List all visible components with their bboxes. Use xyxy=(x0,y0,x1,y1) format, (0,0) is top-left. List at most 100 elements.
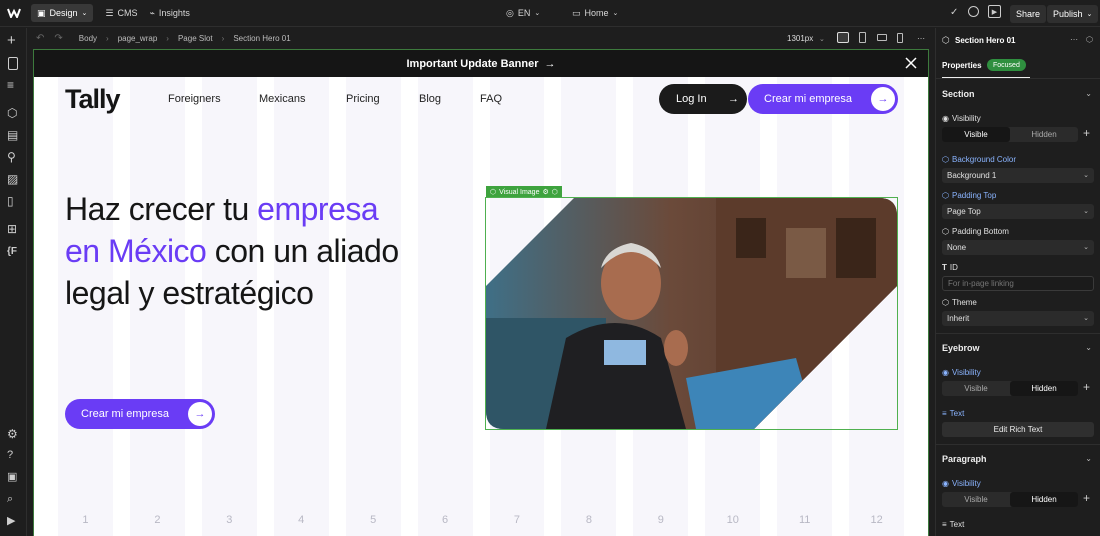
more-options-icon[interactable]: ⋯ xyxy=(917,34,925,43)
visual-image-selection-tag[interactable]: ⬡ Visual Image ⚙ ⬡ xyxy=(486,186,562,198)
more-options-icon[interactable]: ⋯ xyxy=(1070,35,1078,44)
add-icon[interactable]: + xyxy=(1083,380,1090,394)
add-icon[interactable]: + xyxy=(1083,491,1090,505)
breadcrumb-item-body[interactable]: Body xyxy=(79,34,97,43)
page-selector[interactable]: ▭ Home ⌄ xyxy=(566,4,624,22)
hidden-option[interactable]: Hidden xyxy=(1010,127,1078,142)
nav-link-mexicans[interactable]: Mexicans xyxy=(259,93,305,105)
eyebrow-group-title[interactable]: Eyebrow xyxy=(942,343,980,353)
crear-empresa-hero-button[interactable]: Crear mi empresa → xyxy=(65,399,215,429)
finsweet-icon[interactable]: {F xyxy=(7,245,20,258)
hidden-option[interactable]: Hidden xyxy=(1010,492,1078,507)
section-group-title[interactable]: Section xyxy=(942,89,975,99)
visible-option[interactable]: Visible xyxy=(942,381,1010,396)
globe-icon: ◎ xyxy=(506,7,514,18)
nav-link-foreigners[interactable]: Foreigners xyxy=(168,93,221,105)
divider xyxy=(936,444,1100,445)
undo-icon[interactable]: ↶ xyxy=(36,33,44,44)
design-canvas[interactable]: Important Update Banner → 1 2 3 4 5 6 7 … xyxy=(33,49,929,536)
nav-link-faq[interactable]: FAQ xyxy=(480,93,502,105)
design-mode-button[interactable]: ▣ Design ⌄ xyxy=(31,4,94,22)
theme-label: ⬡ Theme xyxy=(942,298,977,307)
chevron-down-icon[interactable]: ⌄ xyxy=(1085,454,1092,463)
section-visibility-toggle[interactable]: Visible Hidden xyxy=(942,127,1078,142)
nav-link-pricing[interactable]: Pricing xyxy=(346,93,380,105)
apps-icon[interactable]: ⊞ xyxy=(7,223,20,236)
id-input[interactable] xyxy=(942,276,1094,291)
visible-option[interactable]: Visible xyxy=(942,127,1010,142)
theme-select[interactable]: Inherit ⌄ xyxy=(942,311,1094,326)
edit-rich-text-button[interactable]: Edit Rich Text xyxy=(942,422,1094,437)
cms-button[interactable]: ☰ CMS xyxy=(99,4,143,22)
landscape-breakpoint-icon[interactable] xyxy=(877,34,887,41)
left-toolbar: + ≡ ⬡ ▤ ⚲ ▨ ▯ ⊞ {F ⚙ ? ▣ ⌕ ▶ xyxy=(0,28,27,536)
add-icon[interactable]: + xyxy=(1083,126,1090,140)
login-button[interactable]: Log In → xyxy=(659,84,747,114)
video-icon[interactable]: ▶ xyxy=(7,515,20,528)
navigator-icon[interactable]: ≡ xyxy=(7,79,20,92)
hidden-option[interactable]: Hidden xyxy=(1010,381,1078,396)
chart-icon: ⌁ xyxy=(149,7,155,18)
tab-properties[interactable]: Properties xyxy=(942,61,982,70)
breadcrumb: ↶ ↷ Body › page_wrap › Page Slot › Secti… xyxy=(27,28,935,49)
nav-link-blog[interactable]: Blog xyxy=(419,93,441,105)
hero-headline[interactable]: Haz crecer tu empresa en México con un a… xyxy=(65,188,485,314)
eye-icon: ◉ xyxy=(942,368,949,377)
chevron-down-icon: ⌄ xyxy=(1086,11,1093,18)
visible-option[interactable]: Visible xyxy=(942,492,1010,507)
pages-icon[interactable] xyxy=(8,57,18,70)
bg-color-select[interactable]: Background 1 ⌄ xyxy=(942,168,1094,183)
breadcrumb-item-section-hero[interactable]: Section Hero 01 xyxy=(233,34,290,43)
help-icon[interactable]: ? xyxy=(7,449,20,462)
paragraph-group-title[interactable]: Paragraph xyxy=(942,454,987,464)
styles-icon[interactable]: ⚲ xyxy=(7,151,20,164)
close-icon[interactable] xyxy=(904,56,918,70)
cms-collections-icon[interactable]: ▯ xyxy=(7,195,20,208)
padding-top-select[interactable]: Page Top ⌄ xyxy=(942,204,1094,219)
assets-icon[interactable]: ▨ xyxy=(7,173,20,186)
canvas-width-label[interactable]: 1301px xyxy=(787,34,813,43)
variables-icon[interactable]: ▤ xyxy=(7,129,20,142)
settings-icon[interactable]: ⚙ xyxy=(542,188,548,196)
chevron-right-icon: › xyxy=(221,34,225,43)
eyebrow-visibility-toggle[interactable]: Visible Hidden xyxy=(942,381,1078,396)
component-settings-icon[interactable]: ⬡ xyxy=(1086,35,1093,44)
crear-empresa-nav-button[interactable]: Crear mi empresa → xyxy=(748,84,898,114)
padding-bottom-select[interactable]: None ⌄ xyxy=(942,240,1094,255)
redo-icon[interactable]: ↷ xyxy=(54,33,62,44)
chevron-down-icon[interactable]: ⌄ xyxy=(1085,89,1092,98)
search-icon[interactable]: ⌕ xyxy=(7,493,20,506)
settings-icon[interactable]: ⚙ xyxy=(7,428,20,441)
component-icon[interactable]: ⬡ xyxy=(552,188,558,196)
audit-icon[interactable]: ▣ xyxy=(7,471,20,484)
check-icon[interactable]: ✓ xyxy=(950,7,958,18)
comment-icon[interactable] xyxy=(968,6,979,17)
mobile-breakpoint-icon[interactable] xyxy=(897,33,903,43)
components-icon[interactable]: ⬡ xyxy=(7,107,20,120)
hero-photo xyxy=(486,198,897,429)
tablet-breakpoint-icon[interactable] xyxy=(859,32,866,43)
paragraph-visibility-toggle[interactable]: Visible Hidden xyxy=(942,492,1078,507)
update-banner[interactable]: Important Update Banner → xyxy=(34,50,928,77)
publish-button[interactable]: Publish ⌄ xyxy=(1047,5,1099,23)
chevron-down-icon: ⌄ xyxy=(534,10,541,17)
hero-visual-image[interactable] xyxy=(485,197,898,430)
site-logo[interactable]: Tally xyxy=(65,84,121,115)
text-icon: T xyxy=(942,263,947,272)
insights-button[interactable]: ⌁ Insights xyxy=(143,4,195,22)
selected-element-name: Section Hero 01 xyxy=(955,36,1016,45)
breadcrumb-item-page-slot[interactable]: Page Slot xyxy=(178,34,213,43)
chevron-down-icon[interactable]: ⌄ xyxy=(1085,343,1092,352)
chevron-down-icon: ⌄ xyxy=(1083,172,1089,179)
webflow-logo-icon[interactable] xyxy=(0,8,27,18)
divider xyxy=(936,78,1100,79)
desktop-breakpoint-icon[interactable] xyxy=(837,32,849,43)
variable-icon: ⬡ xyxy=(942,155,949,164)
id-label: T ID xyxy=(942,263,958,272)
paragraph-text-label: ≡ Text xyxy=(942,520,965,529)
share-button[interactable]: Share xyxy=(1010,5,1047,23)
breadcrumb-item-page-wrap[interactable]: page_wrap xyxy=(118,34,158,43)
preview-play-icon[interactable]: ▶ xyxy=(988,5,1001,18)
add-icon[interactable]: + xyxy=(7,33,20,48)
locale-selector[interactable]: ◎ EN ⌄ xyxy=(500,4,546,22)
